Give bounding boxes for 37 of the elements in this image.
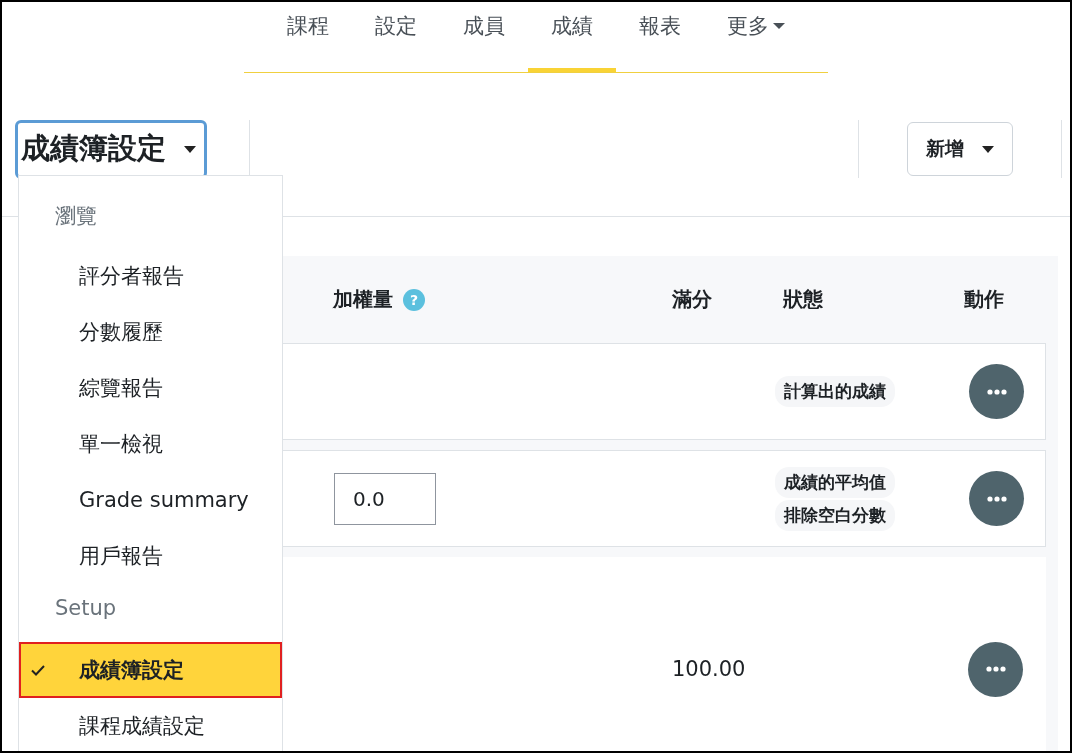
menu-heading: Setup [54, 595, 118, 622]
nav-tab[interactable]: 成績 [528, 2, 616, 72]
menu-item[interactable]: 用戶報告 [19, 528, 282, 584]
status-badge: 成績的平均值 [775, 466, 895, 498]
more-icon [986, 495, 1007, 502]
add-button[interactable]: 新增 [907, 122, 1013, 176]
caret-icon [773, 22, 785, 30]
column-header: 滿分 [672, 286, 712, 313]
nav-tab[interactable]: 更多 [704, 2, 808, 72]
column-header: 動作 [964, 286, 1004, 313]
nav-tab[interactable]: 成員 [440, 2, 528, 72]
menu-heading: 瀏覽 [54, 203, 98, 230]
page-title-menu[interactable]: 成績簿設定 [15, 119, 207, 179]
weight-input[interactable]: 0.0 [334, 472, 436, 525]
status-badge: 計算出的成績 [775, 376, 895, 407]
more-icon [985, 666, 1006, 672]
status-badge: 排除空白分數 [775, 499, 895, 531]
check-icon [31, 664, 45, 676]
menu-item[interactable]: 成績簿設定 [19, 642, 282, 698]
column-header: 狀態 [783, 286, 823, 313]
menu-item[interactable]: 評分者報告 [19, 248, 282, 304]
actions-menu-button[interactable] [969, 364, 1024, 419]
nav-tab[interactable]: 報表 [616, 2, 704, 72]
column-header: 加權量 [333, 286, 393, 313]
caret-icon [184, 145, 196, 153]
nav-tab[interactable]: 課程 [264, 2, 352, 72]
menu-item[interactable]: 分數履歷 [19, 304, 282, 360]
menu-item[interactable]: 綜覽報告 [19, 360, 282, 416]
more-icon [986, 388, 1007, 395]
caret-icon [982, 145, 994, 153]
max-grade: 100.00 [672, 657, 746, 681]
menu-item[interactable]: 單一檢視 [19, 416, 282, 472]
menu-item[interactable]: 課程成績設定 [19, 698, 282, 751]
actions-menu-button[interactable] [968, 641, 1023, 697]
nav-tab[interactable]: 設定 [352, 2, 440, 72]
menu-item[interactable]: Grade summary [19, 472, 282, 528]
actions-menu-button[interactable] [969, 471, 1024, 526]
